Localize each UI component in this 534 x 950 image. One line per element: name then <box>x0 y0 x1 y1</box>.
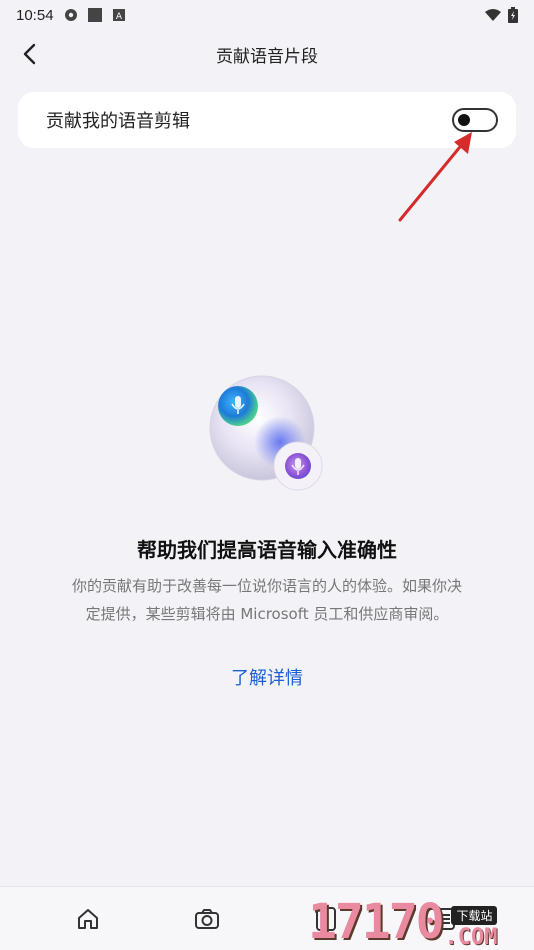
voice-bubbles-icon <box>209 375 323 491</box>
status-right <box>484 7 518 23</box>
wifi-icon <box>485 9 501 21</box>
a-letter-icon: A <box>112 9 125 22</box>
square-icon <box>87 8 102 22</box>
info-description-line-2: 定提供，某些剪辑将由 Microsoft 员工和供应商审阅。 <box>85 605 449 623</box>
toggle-label: 贡献我的语音剪辑 <box>46 111 190 132</box>
watermark-suffix: .COM <box>444 925 498 950</box>
watermark-right: 下载站 .COM <box>445 906 498 950</box>
chevron-left-icon <box>23 43 36 65</box>
nav-home[interactable] <box>74 905 102 933</box>
info-title: 帮助我们提高语音输入准确性 <box>137 538 397 562</box>
watermark-badge: 下载站 <box>451 906 498 925</box>
photos-icon <box>64 9 77 21</box>
svg-text:A: A <box>115 12 122 22</box>
back-button[interactable] <box>14 38 46 70</box>
watermark-digits: 17170 <box>308 894 444 950</box>
status-left: 10:54 A <box>16 7 126 24</box>
camera-icon <box>195 909 219 929</box>
site-watermark: 17170 下载站 .COM <box>308 888 534 950</box>
status-time: 10:54 <box>16 6 54 24</box>
battery-icon <box>508 7 518 23</box>
learn-more-link[interactable]: 了解详情 <box>0 664 534 690</box>
home-icon <box>78 909 98 929</box>
page-title: 贡献语音片段 <box>216 46 318 67</box>
top-bar: 贡献语音片段 <box>0 30 534 78</box>
nav-camera[interactable] <box>193 905 221 933</box>
info-description: 你的贡献有助于改善每一位说你语言的人的体验。如果你决 定提供，某些剪辑将由 Mi… <box>40 572 494 628</box>
info-description-line-1: 你的贡献有助于改善每一位说你语言的人的体验。如果你决 <box>71 577 462 595</box>
annotation-arrow <box>398 132 472 222</box>
status-bar: 10:54 A <box>0 0 534 30</box>
